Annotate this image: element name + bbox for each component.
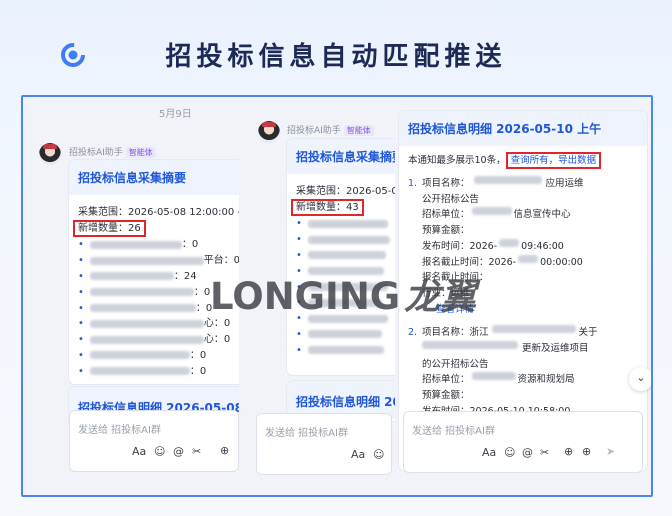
summary-card: 招投标信息采集摘要 采集范围：2026-05-09 新增数量：43 • • • • • •… bbox=[287, 139, 395, 375]
screenshot-icon[interactable]: ✂ bbox=[540, 446, 549, 459]
card-title: 招投标信息采集摘要 bbox=[287, 139, 395, 174]
page-title: 招投标信息自动匹配推送 bbox=[165, 42, 507, 72]
chat-pane-1: 5月9日 招投标AI助手 智能体 招投标信息采集摘要 采集范围：2026-05-0… bbox=[23, 97, 239, 495]
list-item: 2. 项目名称：浙江 关于 更新及运维项目 的公开招标公告 招标单位： 资源和规划局 … bbox=[408, 325, 598, 417]
item-count: ：0 bbox=[189, 365, 207, 377]
list-item: • 平台：0 bbox=[78, 255, 239, 267]
agent-tag: 智能体 bbox=[343, 125, 374, 136]
bot-name: 招投标AI助手 智能体 bbox=[287, 123, 374, 136]
item-count: 心：0 bbox=[203, 334, 231, 346]
collect-range: 采集范围：2026-05-08 12:00:00 - 24 bbox=[78, 207, 239, 218]
send-icon[interactable]: ➤ bbox=[606, 445, 615, 458]
avatar bbox=[39, 143, 61, 165]
font-format-icon[interactable]: Aa bbox=[351, 448, 365, 461]
mention-icon[interactable]: @ bbox=[522, 446, 533, 459]
mention-icon[interactable]: @ bbox=[173, 445, 184, 458]
collect-range: 采集范围：2026-05-09 bbox=[296, 186, 395, 197]
item-count: ：24 bbox=[173, 270, 197, 282]
agent-tag: 智能体 bbox=[125, 147, 156, 158]
emoji-icon[interactable]: ☺ bbox=[373, 448, 384, 461]
item-count: ：0 bbox=[181, 239, 199, 251]
item-count: 平台：0 bbox=[203, 255, 239, 267]
chevron-down-icon: ⌄ bbox=[636, 371, 646, 384]
list-item: • ：0 bbox=[78, 349, 207, 361]
new-count-highlight: 新增数量：43 bbox=[291, 199, 364, 216]
date-separator: 5月9日 bbox=[159, 109, 192, 120]
list-item: • ：0 bbox=[78, 239, 199, 251]
list-item: • 心：0 bbox=[78, 318, 231, 330]
more-icon[interactable]: ⊕ bbox=[582, 445, 591, 458]
input-placeholder: 发送给 招投标AI群 bbox=[78, 425, 161, 436]
export-data-link[interactable]: 查询所有，导出数据 bbox=[505, 152, 602, 169]
emoji-icon[interactable]: ☺ bbox=[154, 445, 165, 458]
bot-name: 招投标AI助手 智能体 bbox=[69, 145, 156, 158]
item-count: 心：0 bbox=[203, 318, 231, 330]
font-format-icon[interactable]: Aa bbox=[482, 446, 496, 459]
list-item: • bbox=[296, 232, 390, 248]
add-icon[interactable]: ⊕ bbox=[220, 444, 229, 457]
emoji-icon[interactable]: ☺ bbox=[504, 446, 515, 459]
item-count: ：0 bbox=[189, 349, 207, 361]
card-title: 招投标信息明细 2026-05-10 上午 bbox=[399, 111, 647, 146]
input-placeholder: 发送给 招投标AI群 bbox=[265, 428, 348, 439]
item-count: ：0 bbox=[193, 286, 211, 298]
list-item: • bbox=[296, 342, 390, 358]
input-placeholder: 发送给 招投标AI群 bbox=[412, 426, 495, 437]
card-title: 招投标信息采集摘要 bbox=[69, 160, 239, 195]
new-count-highlight: 新增数量：26 bbox=[73, 220, 146, 237]
screenshot-icon[interactable]: ✂ bbox=[192, 445, 201, 458]
message-input[interactable]: 发送给 招投标AI群 Aa ☺ @ ✂ ⊕ bbox=[69, 410, 239, 472]
scroll-down-button[interactable]: ⌄ bbox=[629, 367, 651, 391]
list-item: • ：0 bbox=[78, 365, 207, 377]
page-header: 招投标信息自动匹配推送 bbox=[0, 0, 672, 92]
watermark-logo: LONGING 龙翼 bbox=[210, 275, 477, 318]
add-icon[interactable]: ⊕ bbox=[564, 445, 573, 458]
notice-text: 本通知最多展示10条， bbox=[408, 155, 506, 166]
list-item: • bbox=[296, 216, 390, 232]
list-item: • 心：0 bbox=[78, 334, 231, 346]
message-input[interactable]: 发送给 招投标AI群 Aa ☺ bbox=[256, 413, 392, 475]
message-input[interactable]: 发送给 招投标AI群 Aa ☺ @ ✂ ⊕ ⊕ ➤ bbox=[403, 411, 643, 473]
list-item: • bbox=[296, 248, 390, 264]
list-item: • bbox=[296, 327, 390, 343]
avatar bbox=[258, 121, 280, 143]
font-format-icon[interactable]: Aa bbox=[132, 445, 146, 458]
